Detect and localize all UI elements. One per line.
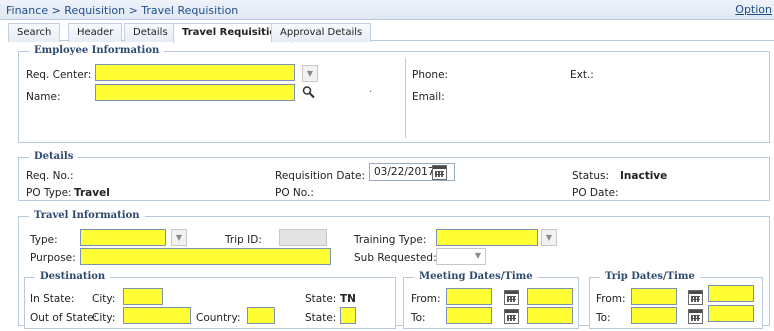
dot-marker: ·: [369, 86, 373, 98]
ext-label: Ext.:: [570, 69, 594, 81]
phone-label: Phone:: [412, 69, 449, 81]
out-of-state-label: Out of State:: [30, 312, 98, 324]
country-field[interactable]: [247, 307, 275, 324]
trip-id-label: Trip ID:: [225, 234, 262, 246]
details-legend: Details: [29, 151, 79, 162]
in-state-city-label: City:: [92, 293, 116, 305]
panel-divider: [405, 58, 406, 138]
out-of-state-state-field[interactable]: [340, 307, 356, 324]
training-type-label: Training Type:: [354, 234, 427, 246]
options-link[interactable]: Option: [735, 3, 772, 16]
trip-from-time-field[interactable]: [708, 285, 754, 302]
po-type-value: Travel: [74, 187, 110, 199]
type-dropdown-chevron-icon[interactable]: ▼: [171, 229, 187, 246]
type-label: Type:: [30, 234, 58, 246]
meeting-to-time-field[interactable]: [527, 307, 573, 324]
type-field[interactable]: [80, 229, 166, 246]
meeting-to-calendar-icon[interactable]: [504, 309, 519, 324]
tab-strip: Search Header Details Travel Requisition…: [8, 21, 774, 43]
breadcrumb[interactable]: Finance > Requisition > Travel Requisiti…: [6, 4, 238, 17]
trip-from-date-field[interactable]: [631, 288, 677, 305]
meeting-from-date-field[interactable]: [446, 288, 492, 305]
employee-information-legend: Employee Information: [29, 45, 165, 56]
country-label: Country:: [196, 312, 241, 324]
in-state-label: In State:: [30, 293, 75, 305]
status-value: Inactive: [620, 170, 668, 182]
meeting-to-date-field[interactable]: [446, 307, 492, 324]
trip-from-calendar-icon[interactable]: [688, 290, 703, 305]
name-label: Name:: [26, 91, 61, 103]
meeting-from-calendar-icon[interactable]: [504, 290, 519, 305]
in-state-state-label: State:: [305, 293, 337, 305]
destination-legend: Destination: [35, 271, 111, 282]
trip-to-date-field[interactable]: [631, 307, 677, 324]
status-label: Status:: [572, 170, 609, 182]
training-type-dropdown-chevron-icon[interactable]: ▼: [541, 229, 557, 246]
out-of-state-city-label: City:: [92, 312, 116, 324]
req-no-label: Req. No.:: [26, 170, 74, 182]
trip-dates-legend: Trip Dates/Time: [600, 271, 700, 282]
sub-requested-chevron-icon[interactable]: ▼: [470, 248, 486, 265]
travel-information-legend: Travel Information: [29, 210, 145, 221]
sub-requested-label: Sub Requested:: [354, 252, 437, 264]
meeting-from-time-field[interactable]: [527, 288, 573, 305]
email-label: Email:: [412, 91, 445, 103]
chevron-down-icon[interactable]: ▼: [302, 65, 318, 82]
meeting-to-label: To:: [411, 312, 426, 324]
breadcrumb-bar: Finance > Requisition > Travel Requisiti…: [0, 0, 774, 20]
tab-header[interactable]: Header: [68, 23, 123, 42]
purpose-field[interactable]: [80, 248, 331, 265]
po-no-label: PO No.:: [275, 187, 314, 199]
tab-approval-details[interactable]: Approval Details: [271, 23, 372, 42]
out-of-state-state-label: State:: [305, 312, 337, 324]
tab-search[interactable]: Search: [8, 23, 61, 42]
req-center-label: Req. Center:: [26, 69, 92, 81]
in-state-city-field[interactable]: [123, 288, 163, 305]
po-type-label: PO Type:: [26, 187, 72, 199]
requisition-date-label: Requisition Date:: [275, 170, 365, 182]
po-date-label: PO Date:: [572, 187, 619, 199]
trip-to-time-field[interactable]: [708, 305, 754, 322]
trip-from-label: From:: [596, 293, 626, 305]
trip-to-calendar-icon[interactable]: [688, 309, 703, 324]
training-type-field[interactable]: [436, 229, 538, 246]
tab-details[interactable]: Details: [124, 23, 177, 42]
req-center-field[interactable]: [95, 64, 295, 81]
name-field[interactable]: [95, 84, 295, 101]
magnifier-icon[interactable]: [301, 84, 317, 101]
calendar-icon[interactable]: [432, 165, 447, 180]
purpose-label: Purpose:: [30, 252, 76, 264]
meeting-dates-legend: Meeting Dates/Time: [414, 271, 538, 282]
trip-to-label: To:: [596, 312, 611, 324]
in-state-state-value: TN: [340, 293, 356, 305]
out-of-state-city-field[interactable]: [123, 307, 191, 324]
meeting-from-label: From:: [411, 293, 441, 305]
trip-id-field: [279, 229, 327, 246]
